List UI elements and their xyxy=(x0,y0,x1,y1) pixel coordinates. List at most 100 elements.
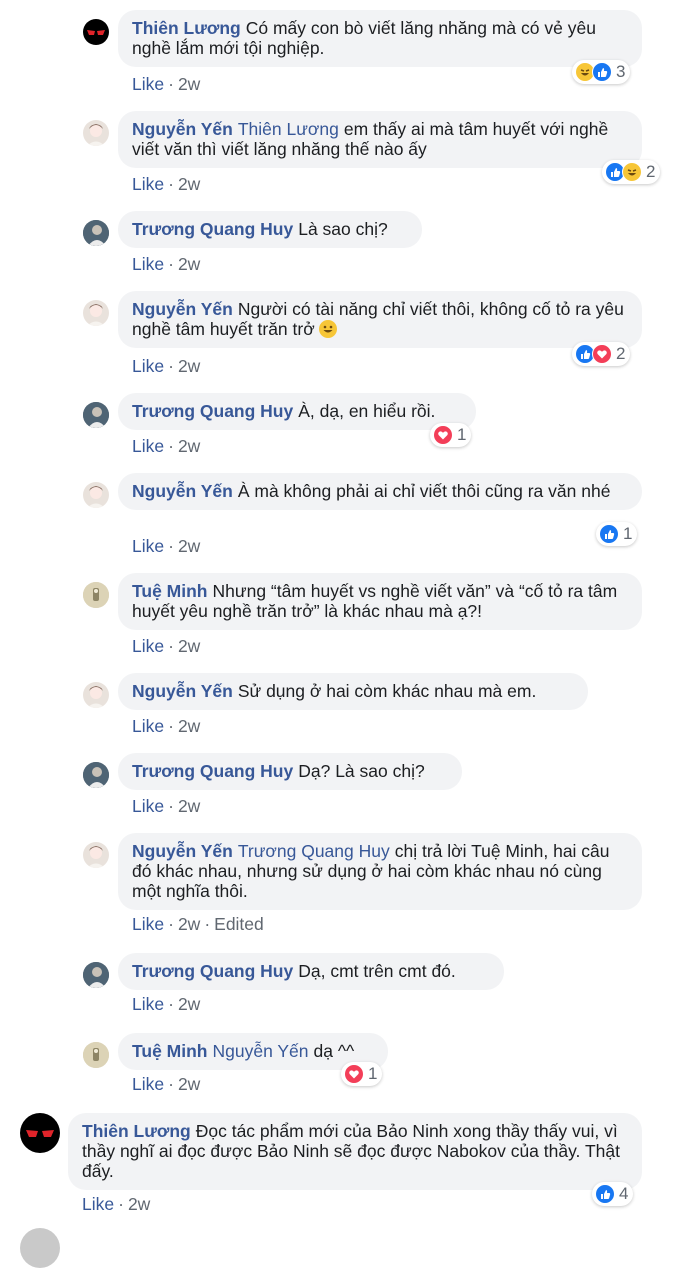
avatar[interactable] xyxy=(83,842,109,868)
comment-time[interactable]: 2w xyxy=(178,254,200,274)
comment-meta: Like · 2w xyxy=(132,74,201,94)
reaction-summary[interactable]: 1 xyxy=(341,1062,383,1086)
reaction-count: 4 xyxy=(619,1184,629,1203)
reaction-summary[interactable]: 4 xyxy=(592,1182,634,1206)
like-reaction-icon xyxy=(592,62,612,82)
comment-meta: Like · 2w xyxy=(132,636,201,656)
reaction-count: 3 xyxy=(616,62,626,81)
comment-time[interactable]: 2w xyxy=(178,436,200,456)
love-reaction-icon xyxy=(344,1064,364,1084)
comment-author[interactable]: Nguyễn Yến xyxy=(132,299,233,319)
comment-meta: Like · 2w xyxy=(132,174,201,194)
comment-time[interactable]: 2w xyxy=(178,914,200,934)
person-avatar-icon xyxy=(83,402,109,428)
comment-bubble: Trương Quang Huy Dạ? Là sao chị? xyxy=(118,753,462,790)
like-link[interactable]: Like xyxy=(132,356,164,376)
like-link[interactable]: Like xyxy=(132,636,164,656)
comment-author[interactable]: Trương Quang Huy xyxy=(132,761,293,781)
comment-meta: Like · 2w xyxy=(132,716,201,736)
comment-author[interactable]: Tuệ Minh xyxy=(132,1041,208,1061)
comment-meta: Like · 2w xyxy=(82,1194,151,1214)
mention-link[interactable]: Thiên Lương xyxy=(238,119,339,139)
comment-time[interactable]: 2w xyxy=(178,636,200,656)
avatar[interactable] xyxy=(83,682,109,708)
like-link[interactable]: Like xyxy=(132,436,164,456)
comment-time[interactable]: 2w xyxy=(178,536,200,556)
comment-author[interactable]: Nguyễn Yến xyxy=(132,119,233,139)
comment-author[interactable]: Trương Quang Huy xyxy=(132,961,293,981)
love-reaction-icon xyxy=(592,344,612,364)
comment-author[interactable]: Nguyễn Yến xyxy=(132,841,233,861)
like-link[interactable]: Like xyxy=(132,254,164,274)
comment-bubble: Trương Quang Huy Là sao chị? xyxy=(118,211,422,248)
like-reaction-icon xyxy=(599,524,619,544)
reaction-summary[interactable]: 2 xyxy=(572,342,631,366)
smile-emoji-icon xyxy=(318,320,337,338)
comment-author[interactable]: Nguyễn Yến xyxy=(132,481,233,501)
like-link[interactable]: Like xyxy=(132,914,164,934)
person-avatar-icon xyxy=(83,1042,109,1068)
comment-author[interactable]: Tuệ Minh xyxy=(132,581,208,601)
reaction-count: 1 xyxy=(457,425,467,444)
comment-author[interactable]: Thiên Lương xyxy=(132,18,241,38)
comment-time[interactable]: 2w xyxy=(178,716,200,736)
comment-time[interactable]: 2w xyxy=(178,796,200,816)
person-avatar-icon xyxy=(87,846,105,868)
like-link[interactable]: Like xyxy=(132,994,164,1014)
reaction-count: 1 xyxy=(368,1064,378,1083)
person-avatar-icon xyxy=(87,124,105,146)
comment-meta: Like · 2w xyxy=(132,436,201,456)
sunglasses-avatar-icon xyxy=(26,1130,54,1137)
like-link[interactable]: Like xyxy=(82,1194,114,1214)
comment-text: Dạ? Là sao chị? xyxy=(298,761,425,781)
reaction-summary[interactable]: 1 xyxy=(430,423,472,447)
avatar[interactable] xyxy=(83,962,109,988)
comment-author[interactable]: Trương Quang Huy xyxy=(132,401,293,421)
comment-text: À mà không phải ai chỉ viết thôi cũng ra… xyxy=(237,481,611,501)
like-link[interactable]: Like xyxy=(132,796,164,816)
comment-time[interactable]: 2w xyxy=(178,1074,200,1094)
comment-time[interactable]: 2w xyxy=(178,356,200,376)
person-avatar-icon xyxy=(83,962,109,988)
reaction-count: 2 xyxy=(616,344,626,363)
comment-time[interactable]: 2w xyxy=(178,74,200,94)
comment-bubble: Nguyễn Yến À mà không phải ai chỉ viết th… xyxy=(118,473,642,510)
reaction-summary[interactable]: 3 xyxy=(572,60,631,84)
avatar[interactable] xyxy=(83,482,109,508)
like-link[interactable]: Like xyxy=(132,174,164,194)
reaction-summary[interactable]: 2 xyxy=(602,160,661,184)
avatar[interactable] xyxy=(83,762,109,788)
comment-meta: Like · 2w · Edited xyxy=(132,914,264,934)
avatar[interactable] xyxy=(20,1113,60,1153)
avatar[interactable] xyxy=(83,1042,109,1068)
comment-meta: Like · 2w xyxy=(132,994,201,1014)
avatar[interactable] xyxy=(83,19,109,45)
avatar[interactable] xyxy=(83,300,109,326)
reaction-summary[interactable]: 1 xyxy=(596,522,638,546)
like-link[interactable]: Like xyxy=(132,716,164,736)
comment-author[interactable]: Nguyễn Yến xyxy=(132,681,233,701)
comment-meta: Like · 2w xyxy=(132,536,201,556)
mention-link[interactable]: Trương Quang Huy xyxy=(238,841,390,861)
avatar[interactable] xyxy=(20,1228,60,1268)
comment-bubble: Thiên Lương Đọc tác phẩm mới của Bảo Ninh… xyxy=(68,1113,642,1190)
avatar[interactable] xyxy=(83,120,109,146)
comment-author[interactable]: Thiên Lương xyxy=(82,1121,191,1141)
like-link[interactable]: Like xyxy=(132,74,164,94)
avatar[interactable] xyxy=(83,220,109,246)
mention-link[interactable]: Nguyễn Yến xyxy=(213,1041,309,1061)
like-link[interactable]: Like xyxy=(132,1074,164,1094)
comment-bubble: Trương Quang Huy Dạ, cmt trên cmt đó. xyxy=(118,953,504,990)
avatar[interactable] xyxy=(83,582,109,608)
comment-meta: Like · 2w xyxy=(132,356,201,376)
like-reaction-icon xyxy=(595,1184,615,1204)
comment-author[interactable]: Trương Quang Huy xyxy=(132,219,293,239)
comment-bubble: Thiên Lương Có mấy con bò viết lăng nhăng… xyxy=(118,10,642,67)
avatar[interactable] xyxy=(83,402,109,428)
edited-label[interactable]: Edited xyxy=(214,914,264,934)
comment-time[interactable]: 2w xyxy=(178,994,200,1014)
comment-text: dạ ^^ xyxy=(313,1041,355,1061)
like-link[interactable]: Like xyxy=(132,536,164,556)
comment-time[interactable]: 2w xyxy=(128,1194,150,1214)
comment-time[interactable]: 2w xyxy=(178,174,200,194)
